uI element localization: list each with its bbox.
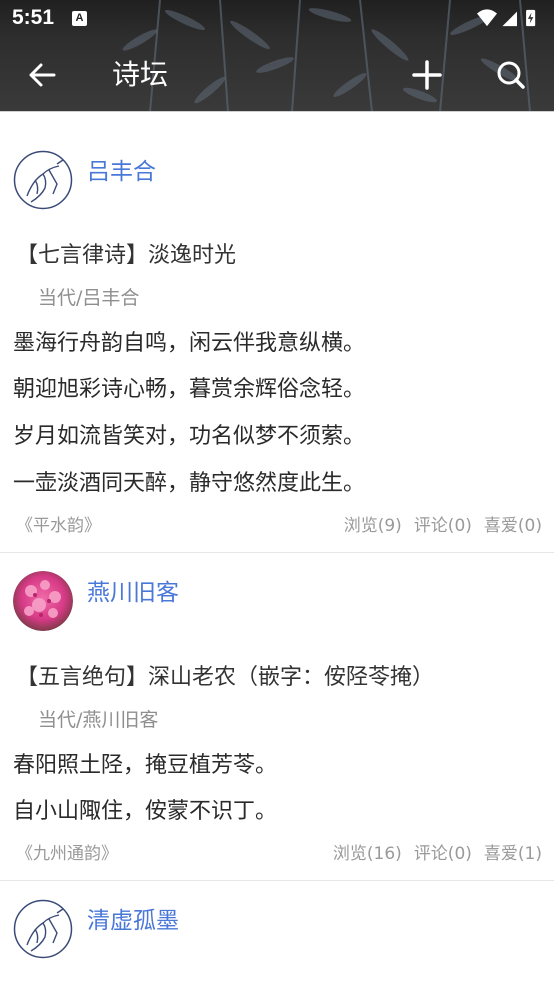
poem-author-line: 当代/吕丰合: [38, 287, 140, 309]
poem-line: 自小山陬住，侒蒙不识丁。: [13, 799, 278, 824]
avatar[interactable]: [13, 150, 73, 210]
poem-line: 一壶淡酒同天醉，静守悠然度此生。: [13, 471, 366, 496]
flower-avatar-icon: [13, 571, 73, 631]
status-icons: [477, 9, 536, 27]
poem-line: 墨海行舟韵自鸣，闲云伴我意纵横。: [13, 331, 366, 356]
status-bar: 5:51 A: [0, 0, 554, 38]
scholar-avatar-icon: [13, 899, 73, 959]
app-bar: 5:51 A 诗坛: [0, 0, 554, 112]
poem-title: 【五言绝句】深山老农（嵌字：侒陉苓掩）: [16, 665, 435, 690]
comments-count[interactable]: 评论(0): [414, 844, 472, 864]
add-icon[interactable]: [406, 54, 448, 96]
post-card[interactable]: 吕丰合 【七言律诗】淡逸时光 当代/吕丰合 墨海行舟韵自鸣，闲云伴我意纵横。 朝…: [0, 112, 554, 553]
notification-a-icon: A: [72, 11, 87, 26]
back-arrow-icon[interactable]: [22, 54, 64, 96]
rhyme-scheme: 《平水韵》: [16, 516, 101, 536]
views-count: 浏览(16): [332, 844, 402, 864]
likes-count[interactable]: 喜爱(1): [484, 844, 542, 864]
poem-line: 朝迎旭彩诗心畅，暮赏余辉俗念轻。: [13, 377, 366, 402]
author-name[interactable]: 吕丰合: [87, 152, 156, 186]
poem-line: 春阳照土陉，掩豆植芳苓。: [13, 753, 278, 778]
comments-count[interactable]: 评论(0): [414, 516, 472, 536]
poem-line: 岁月如流皆笑对，功名似梦不须萦。: [13, 424, 366, 449]
views-count: 浏览(9): [343, 516, 402, 536]
author-name[interactable]: 清虚孤墨: [87, 901, 179, 935]
avatar[interactable]: [13, 571, 73, 631]
rhyme-scheme: 《九州通韵》: [16, 844, 118, 864]
post-stats: 浏览(9) 评论(0) 喜爱(0): [332, 511, 542, 536]
scholar-avatar-icon: [13, 150, 73, 210]
likes-count[interactable]: 喜爱(0): [484, 516, 542, 536]
toolbar: 诗坛: [0, 38, 554, 112]
page-title: 诗坛: [112, 58, 169, 91]
post-card[interactable]: 燕川旧客 【五言绝句】深山老农（嵌字：侒陉苓掩） 当代/燕川旧客 春阳照土陉，掩…: [0, 553, 554, 881]
post-stats: 浏览(16) 评论(0) 喜爱(1): [321, 839, 542, 864]
avatar[interactable]: [13, 899, 73, 959]
post-card[interactable]: 清虚孤墨: [0, 881, 554, 984]
signal-icon: [502, 11, 517, 27]
status-time: 5:51: [12, 6, 55, 29]
wifi-icon: [477, 9, 497, 27]
author-name[interactable]: 燕川旧客: [87, 573, 179, 607]
poem-author-line: 当代/燕川旧客: [38, 709, 159, 731]
poem-title: 【七言律诗】淡逸时光: [16, 243, 237, 268]
search-icon[interactable]: [490, 54, 532, 96]
